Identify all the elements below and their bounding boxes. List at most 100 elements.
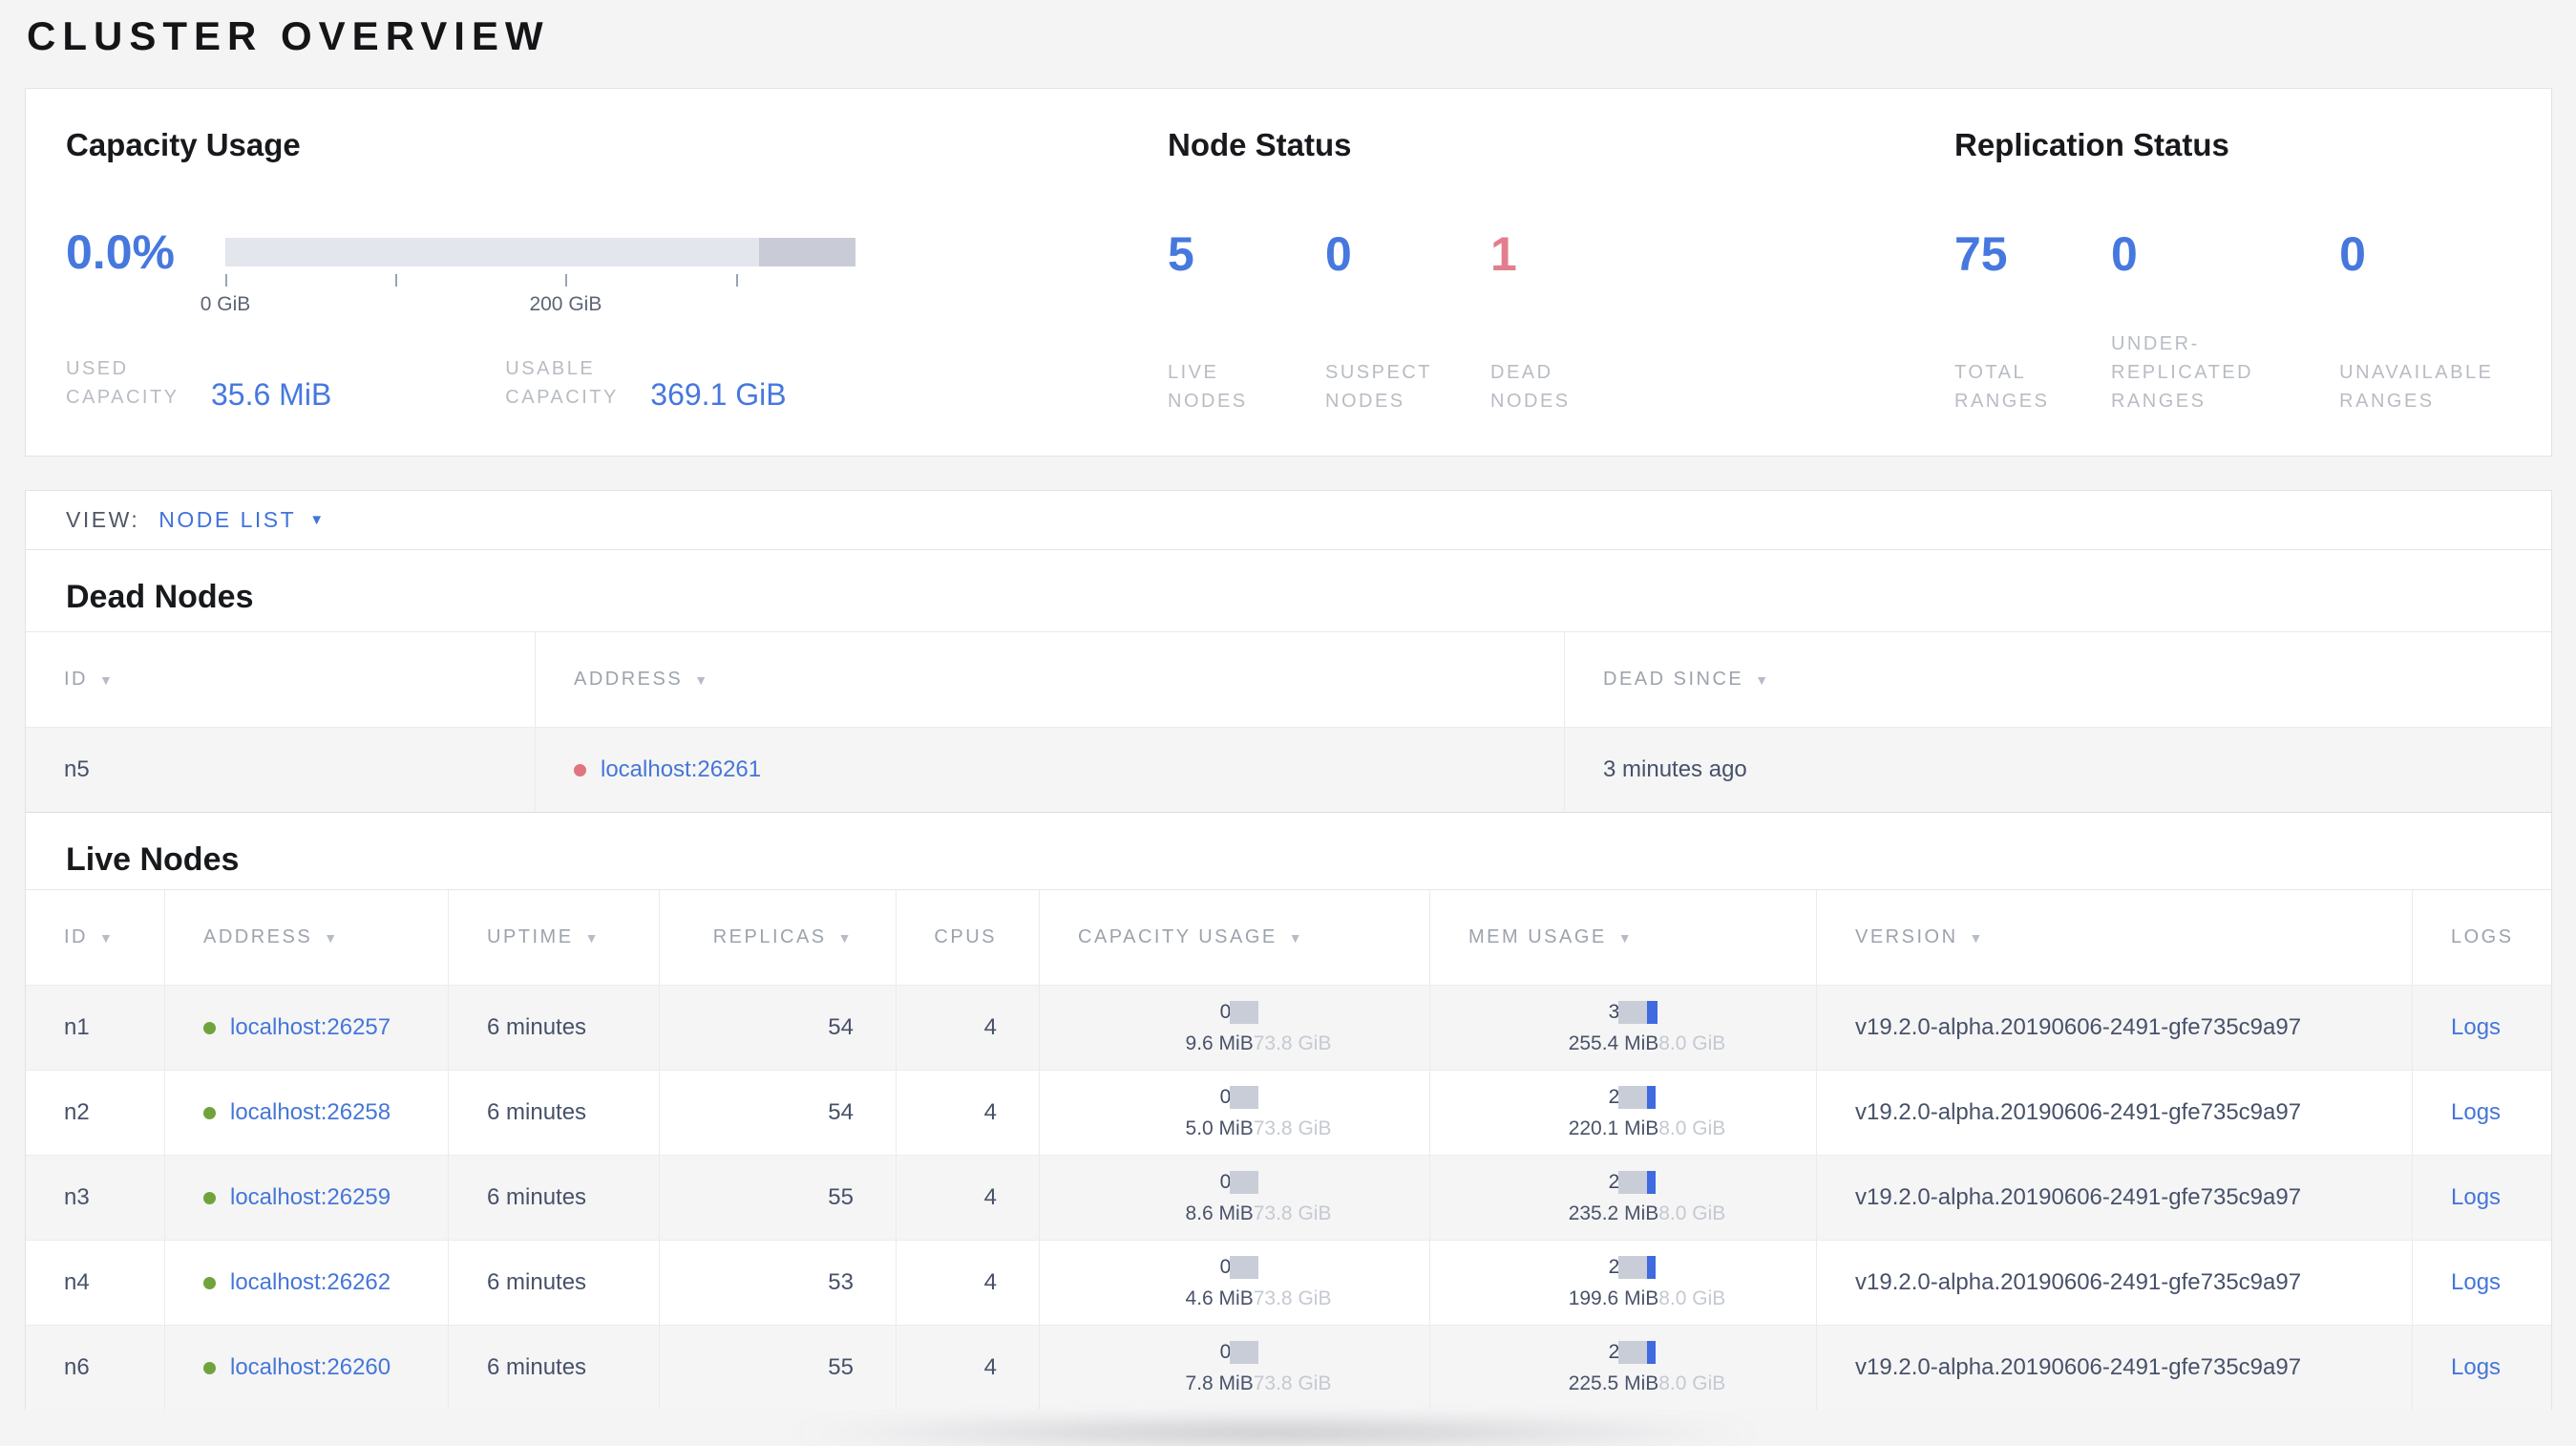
usage-used-value: 225.5 MiB xyxy=(1568,1372,1659,1394)
uptime-cell: 6 minutes xyxy=(449,1156,660,1240)
usage-meter: 2% xyxy=(1584,1170,1656,1194)
sort-arrow-icon[interactable]: ▼ xyxy=(1755,672,1770,688)
replication-status-stat-value: 0 xyxy=(2339,227,2366,281)
sort-arrow-icon[interactable]: ▼ xyxy=(324,930,339,946)
column-header-version[interactable]: VERSION ▼ xyxy=(1817,890,2413,985)
cpus-cell: 4 xyxy=(897,1071,1040,1155)
view-dropdown[interactable]: NODE LIST xyxy=(158,507,296,533)
live-status-dot-icon xyxy=(203,1191,216,1204)
page-title: CLUSTER OVERVIEW xyxy=(27,13,550,58)
mem-usage-cell: 2% 199.6 MiB8.0 GiB xyxy=(1430,1241,1817,1325)
usage-total-value: 8.0 GiB xyxy=(1658,1201,1726,1224)
dead-status-dot-icon xyxy=(574,763,586,776)
column-header-uptime[interactable]: UPTIME ▼ xyxy=(449,890,660,985)
table-row: n5 localhost:26261 3 minutes ago xyxy=(26,727,2551,813)
column-header-mem-usage[interactable]: MEM USAGE ▼ xyxy=(1430,890,1817,985)
capacity-axis-labels: 0 GiB 200 GiB xyxy=(201,293,855,318)
uptime-cell: 6 minutes xyxy=(449,1071,660,1155)
live-status-dot-icon xyxy=(203,1106,216,1119)
sort-arrow-icon[interactable]: ▼ xyxy=(694,672,709,688)
capacity-axis-tick-label: 200 GiB xyxy=(529,293,602,315)
live-node-address-cell: localhost:26260 xyxy=(165,1326,449,1410)
sort-arrow-icon[interactable]: ▼ xyxy=(1289,930,1304,946)
usage-total-value: 73.8 GiB xyxy=(1253,1287,1332,1309)
sort-arrow-icon[interactable]: ▼ xyxy=(1618,930,1634,946)
live-node-id-cell: n3 xyxy=(26,1156,165,1240)
table-row: n3 localhost:26259 6 minutes554 0% 8.6 MiB73… xyxy=(26,1155,2551,1240)
live-node-address-link[interactable]: localhost:26262 xyxy=(230,1269,391,1296)
logs-link[interactable]: Logs xyxy=(2451,1099,2501,1126)
replicas-cell: 54 xyxy=(660,986,897,1070)
live-node-id-cell: n4 xyxy=(26,1241,165,1325)
capacity-usage-bar xyxy=(225,238,855,266)
usage-values: 9.6 MiB 73.8 GiB xyxy=(1186,1032,1332,1055)
live-node-address-cell: localhost:26257 xyxy=(165,986,449,1070)
live-status-dot-icon xyxy=(203,1361,216,1374)
replication-status-stat: 75 TOTAL RANGES xyxy=(1954,228,2111,415)
column-header-address[interactable]: ADDRESS ▼ xyxy=(165,890,449,985)
node-status-stat-value: 5 xyxy=(1168,227,1194,281)
sort-arrow-icon[interactable]: ▼ xyxy=(1970,930,1985,946)
logs-link[interactable]: Logs xyxy=(2451,1184,2501,1211)
column-header-address[interactable]: ADDRESS ▼ xyxy=(536,632,1565,727)
node-status-stat-value: 0 xyxy=(1325,227,1352,281)
column-header-id[interactable]: ID ▼ xyxy=(26,890,165,985)
node-status-title: Node Status xyxy=(1168,127,1352,162)
usage-used-value: 255.4 MiB xyxy=(1568,1031,1659,1054)
capacity-usage-cell: 0% 4.6 MiB73.8 GiB xyxy=(1040,1241,1430,1325)
sort-arrow-icon[interactable]: ▼ xyxy=(585,930,601,946)
usage-meter: 2% xyxy=(1584,1085,1656,1109)
node-status-stat-label: SUSPECT NODES xyxy=(1325,362,1432,412)
usage-bar-fill xyxy=(1647,1085,1656,1109)
window-shadow xyxy=(726,1419,1824,1446)
sort-arrow-icon[interactable]: ▼ xyxy=(99,930,115,946)
usage-total-value: 73.8 GiB xyxy=(1253,1031,1332,1054)
column-header-label: CPUS xyxy=(934,926,997,947)
used-capacity-value: 35.6 MiB xyxy=(211,377,332,413)
live-nodes-table-header: ID ▼ ADDRESS ▼ UPTIME ▼ REPLICAS ▼ CPUS CAPACITY … xyxy=(26,889,2551,985)
usage-values: 235.2 MiB 8.0 GiB xyxy=(1569,1202,1726,1225)
usage-used-value: 7.8 MiB xyxy=(1185,1372,1254,1394)
mem-usage-cell: 3% 255.4 MiB8.0 GiB xyxy=(1430,986,1817,1070)
replication-status-stat: 0 UNDER-REPLICATED RANGES xyxy=(2111,228,2339,415)
usage-meter: 2% xyxy=(1584,1340,1656,1364)
live-status-dot-icon xyxy=(203,1021,216,1034)
chevron-down-icon[interactable]: ▼ xyxy=(309,512,326,528)
view-bar: VIEW: NODE LIST ▼ xyxy=(26,491,2551,550)
dead-node-address-link[interactable]: localhost:26261 xyxy=(601,756,761,783)
replication-status-title: Replication Status xyxy=(1954,127,2229,162)
sort-arrow-icon[interactable]: ▼ xyxy=(99,672,115,688)
logs-link[interactable]: Logs xyxy=(2451,1269,2501,1296)
usage-meter: 0% xyxy=(1195,1255,1258,1279)
used-capacity-item: USED CAPACITY 35.6 MiB xyxy=(66,354,331,412)
usage-used-value: 5.0 MiB xyxy=(1185,1116,1254,1139)
live-node-address-link[interactable]: localhost:26260 xyxy=(230,1354,391,1381)
column-header-id[interactable]: ID ▼ xyxy=(26,632,536,727)
logs-cell: Logs xyxy=(2413,1326,2551,1410)
usage-total-value: 8.0 GiB xyxy=(1658,1287,1726,1309)
column-header-dead-since[interactable]: DEAD SINCE ▼ xyxy=(1565,632,2551,727)
usage-values: 225.5 MiB 8.0 GiB xyxy=(1569,1372,1726,1395)
logs-link[interactable]: Logs xyxy=(2451,1354,2501,1381)
replication-status-stat: 0 UNAVAILABLE RANGES xyxy=(2339,228,2551,415)
usage-values: 199.6 MiB 8.0 GiB xyxy=(1569,1287,1726,1310)
usage-total-value: 73.8 GiB xyxy=(1253,1201,1332,1224)
sort-arrow-icon[interactable]: ▼ xyxy=(838,930,854,946)
usage-values: 220.1 MiB 8.0 GiB xyxy=(1569,1117,1726,1140)
cpus-cell: 4 xyxy=(897,1241,1040,1325)
node-list-panel: VIEW: NODE LIST ▼ Dead Nodes ID ▼ ADDRESS ▼… xyxy=(25,490,2552,1410)
column-header-capacity-usage[interactable]: CAPACITY USAGE ▼ xyxy=(1040,890,1430,985)
column-header-label: REPLICAS xyxy=(712,926,827,947)
live-node-address-link[interactable]: localhost:26258 xyxy=(230,1099,391,1126)
live-node-address-link[interactable]: localhost:26259 xyxy=(230,1184,391,1211)
live-node-address-link[interactable]: localhost:26257 xyxy=(230,1014,391,1041)
capacity-axis-ticks xyxy=(225,274,855,287)
live-node-address-cell: localhost:26262 xyxy=(165,1241,449,1325)
usage-total-value: 8.0 GiB xyxy=(1658,1372,1726,1394)
usage-bar-dark-segment xyxy=(1230,1000,1258,1024)
column-header-replicas[interactable]: REPLICAS ▼ xyxy=(660,890,897,985)
logs-cell: Logs xyxy=(2413,986,2551,1070)
usage-bar-fill xyxy=(1647,1170,1656,1194)
logs-link[interactable]: Logs xyxy=(2451,1014,2501,1041)
column-header-label: LOGS xyxy=(2451,926,2514,947)
